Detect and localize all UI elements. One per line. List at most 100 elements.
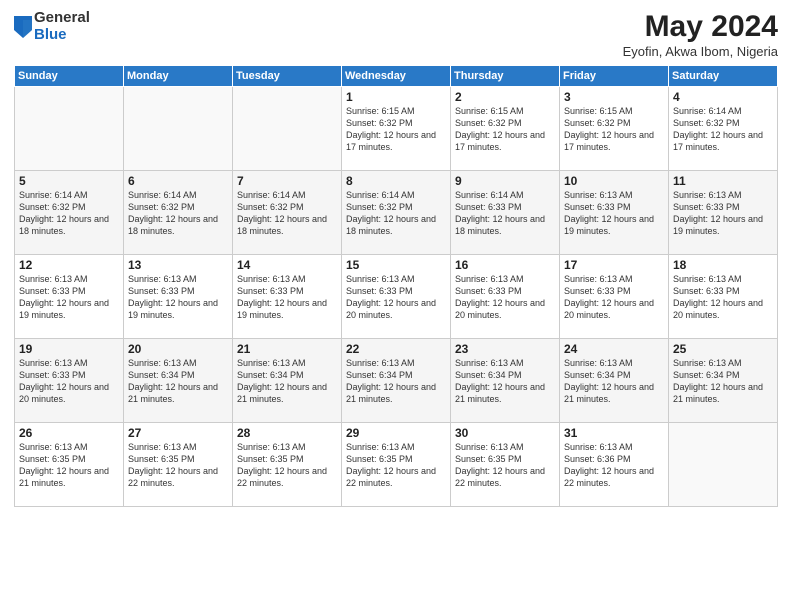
day-number: 18 (673, 258, 773, 272)
day-number: 3 (564, 90, 664, 104)
day-number: 12 (19, 258, 119, 272)
calendar-cell: 13Sunrise: 6:13 AM Sunset: 6:33 PM Dayli… (124, 255, 233, 339)
day-number: 5 (19, 174, 119, 188)
cell-sun-info: Sunrise: 6:13 AM Sunset: 6:33 PM Dayligh… (564, 273, 664, 322)
cell-sun-info: Sunrise: 6:15 AM Sunset: 6:32 PM Dayligh… (564, 105, 664, 154)
day-number: 31 (564, 426, 664, 440)
cell-sun-info: Sunrise: 6:13 AM Sunset: 6:34 PM Dayligh… (673, 357, 773, 406)
title-block: May 2024 Eyofin, Akwa Ibom, Nigeria (623, 10, 778, 59)
cell-sun-info: Sunrise: 6:14 AM Sunset: 6:33 PM Dayligh… (455, 189, 555, 238)
day-number: 20 (128, 342, 228, 356)
day-number: 24 (564, 342, 664, 356)
logo-icon (14, 16, 32, 38)
weekday-header-thursday: Thursday (451, 66, 560, 87)
day-number: 1 (346, 90, 446, 104)
weekday-header-saturday: Saturday (669, 66, 778, 87)
cell-sun-info: Sunrise: 6:13 AM Sunset: 6:35 PM Dayligh… (346, 441, 446, 490)
location: Eyofin, Akwa Ibom, Nigeria (623, 44, 778, 59)
day-number: 8 (346, 174, 446, 188)
cell-sun-info: Sunrise: 6:13 AM Sunset: 6:33 PM Dayligh… (564, 189, 664, 238)
cell-sun-info: Sunrise: 6:13 AM Sunset: 6:34 PM Dayligh… (346, 357, 446, 406)
week-row-3: 12Sunrise: 6:13 AM Sunset: 6:33 PM Dayli… (15, 255, 778, 339)
cell-sun-info: Sunrise: 6:13 AM Sunset: 6:33 PM Dayligh… (673, 273, 773, 322)
cell-sun-info: Sunrise: 6:13 AM Sunset: 6:34 PM Dayligh… (455, 357, 555, 406)
calendar-cell: 26Sunrise: 6:13 AM Sunset: 6:35 PM Dayli… (15, 423, 124, 507)
calendar-cell: 29Sunrise: 6:13 AM Sunset: 6:35 PM Dayli… (342, 423, 451, 507)
calendar-cell: 9Sunrise: 6:14 AM Sunset: 6:33 PM Daylig… (451, 171, 560, 255)
cell-sun-info: Sunrise: 6:13 AM Sunset: 6:35 PM Dayligh… (19, 441, 119, 490)
cell-sun-info: Sunrise: 6:14 AM Sunset: 6:32 PM Dayligh… (346, 189, 446, 238)
calendar-cell: 5Sunrise: 6:14 AM Sunset: 6:32 PM Daylig… (15, 171, 124, 255)
day-number: 16 (455, 258, 555, 272)
calendar-cell: 18Sunrise: 6:13 AM Sunset: 6:33 PM Dayli… (669, 255, 778, 339)
calendar-cell: 22Sunrise: 6:13 AM Sunset: 6:34 PM Dayli… (342, 339, 451, 423)
day-number: 6 (128, 174, 228, 188)
day-number: 28 (237, 426, 337, 440)
cell-sun-info: Sunrise: 6:13 AM Sunset: 6:35 PM Dayligh… (455, 441, 555, 490)
calendar-cell: 2Sunrise: 6:15 AM Sunset: 6:32 PM Daylig… (451, 87, 560, 171)
weekday-header-sunday: Sunday (15, 66, 124, 87)
cell-sun-info: Sunrise: 6:13 AM Sunset: 6:34 PM Dayligh… (128, 357, 228, 406)
calendar-cell: 30Sunrise: 6:13 AM Sunset: 6:35 PM Dayli… (451, 423, 560, 507)
day-number: 15 (346, 258, 446, 272)
day-number: 30 (455, 426, 555, 440)
cell-sun-info: Sunrise: 6:13 AM Sunset: 6:34 PM Dayligh… (237, 357, 337, 406)
calendar-cell: 14Sunrise: 6:13 AM Sunset: 6:33 PM Dayli… (233, 255, 342, 339)
calendar-cell (124, 87, 233, 171)
weekday-header-row: SundayMondayTuesdayWednesdayThursdayFrid… (15, 66, 778, 87)
logo-general: General (34, 10, 90, 27)
calendar-cell (15, 87, 124, 171)
cell-sun-info: Sunrise: 6:13 AM Sunset: 6:35 PM Dayligh… (237, 441, 337, 490)
cell-sun-info: Sunrise: 6:13 AM Sunset: 6:33 PM Dayligh… (19, 357, 119, 406)
day-number: 14 (237, 258, 337, 272)
calendar-cell: 11Sunrise: 6:13 AM Sunset: 6:33 PM Dayli… (669, 171, 778, 255)
calendar-cell: 8Sunrise: 6:14 AM Sunset: 6:32 PM Daylig… (342, 171, 451, 255)
day-number: 10 (564, 174, 664, 188)
day-number: 7 (237, 174, 337, 188)
day-number: 2 (455, 90, 555, 104)
week-row-5: 26Sunrise: 6:13 AM Sunset: 6:35 PM Dayli… (15, 423, 778, 507)
calendar-cell (233, 87, 342, 171)
calendar-cell: 31Sunrise: 6:13 AM Sunset: 6:36 PM Dayli… (560, 423, 669, 507)
day-number: 9 (455, 174, 555, 188)
weekday-header-wednesday: Wednesday (342, 66, 451, 87)
day-number: 21 (237, 342, 337, 356)
day-number: 4 (673, 90, 773, 104)
calendar-cell: 27Sunrise: 6:13 AM Sunset: 6:35 PM Dayli… (124, 423, 233, 507)
calendar-cell: 10Sunrise: 6:13 AM Sunset: 6:33 PM Dayli… (560, 171, 669, 255)
calendar-cell: 15Sunrise: 6:13 AM Sunset: 6:33 PM Dayli… (342, 255, 451, 339)
cell-sun-info: Sunrise: 6:14 AM Sunset: 6:32 PM Dayligh… (19, 189, 119, 238)
calendar-cell (669, 423, 778, 507)
calendar-cell: 4Sunrise: 6:14 AM Sunset: 6:32 PM Daylig… (669, 87, 778, 171)
calendar-cell: 19Sunrise: 6:13 AM Sunset: 6:33 PM Dayli… (15, 339, 124, 423)
cell-sun-info: Sunrise: 6:13 AM Sunset: 6:33 PM Dayligh… (128, 273, 228, 322)
calendar-cell: 7Sunrise: 6:14 AM Sunset: 6:32 PM Daylig… (233, 171, 342, 255)
calendar-cell: 28Sunrise: 6:13 AM Sunset: 6:35 PM Dayli… (233, 423, 342, 507)
month-title: May 2024 (623, 10, 778, 44)
logo-blue: Blue (34, 27, 90, 44)
day-number: 25 (673, 342, 773, 356)
cell-sun-info: Sunrise: 6:13 AM Sunset: 6:33 PM Dayligh… (455, 273, 555, 322)
day-number: 11 (673, 174, 773, 188)
cell-sun-info: Sunrise: 6:13 AM Sunset: 6:33 PM Dayligh… (237, 273, 337, 322)
cell-sun-info: Sunrise: 6:13 AM Sunset: 6:33 PM Dayligh… (346, 273, 446, 322)
cell-sun-info: Sunrise: 6:13 AM Sunset: 6:34 PM Dayligh… (564, 357, 664, 406)
calendar-cell: 25Sunrise: 6:13 AM Sunset: 6:34 PM Dayli… (669, 339, 778, 423)
weekday-header-monday: Monday (124, 66, 233, 87)
calendar-cell: 16Sunrise: 6:13 AM Sunset: 6:33 PM Dayli… (451, 255, 560, 339)
cell-sun-info: Sunrise: 6:13 AM Sunset: 6:33 PM Dayligh… (19, 273, 119, 322)
day-number: 22 (346, 342, 446, 356)
cell-sun-info: Sunrise: 6:13 AM Sunset: 6:35 PM Dayligh… (128, 441, 228, 490)
logo-text: General Blue (34, 10, 90, 43)
weekday-header-friday: Friday (560, 66, 669, 87)
cell-sun-info: Sunrise: 6:14 AM Sunset: 6:32 PM Dayligh… (237, 189, 337, 238)
cell-sun-info: Sunrise: 6:13 AM Sunset: 6:33 PM Dayligh… (673, 189, 773, 238)
calendar-table: SundayMondayTuesdayWednesdayThursdayFrid… (14, 65, 778, 507)
cell-sun-info: Sunrise: 6:14 AM Sunset: 6:32 PM Dayligh… (673, 105, 773, 154)
calendar-cell: 21Sunrise: 6:13 AM Sunset: 6:34 PM Dayli… (233, 339, 342, 423)
calendar-cell: 12Sunrise: 6:13 AM Sunset: 6:33 PM Dayli… (15, 255, 124, 339)
cell-sun-info: Sunrise: 6:14 AM Sunset: 6:32 PM Dayligh… (128, 189, 228, 238)
week-row-2: 5Sunrise: 6:14 AM Sunset: 6:32 PM Daylig… (15, 171, 778, 255)
day-number: 17 (564, 258, 664, 272)
calendar-cell: 17Sunrise: 6:13 AM Sunset: 6:33 PM Dayli… (560, 255, 669, 339)
